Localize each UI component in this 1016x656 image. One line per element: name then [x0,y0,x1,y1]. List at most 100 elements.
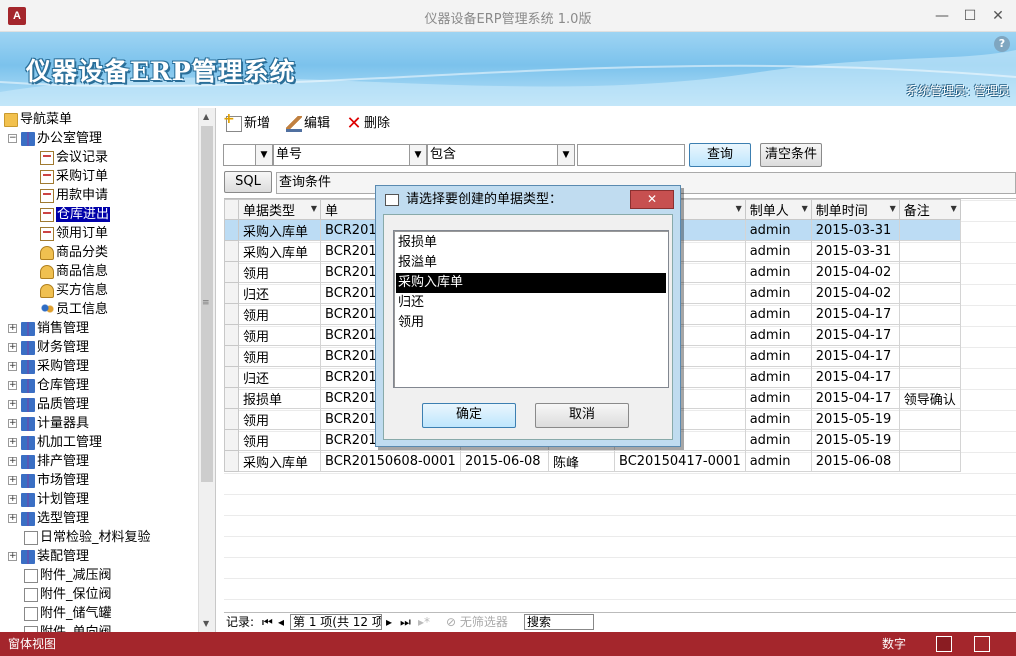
sql-button[interactable]: SQL [224,171,272,193]
form-view-icon[interactable] [936,636,952,652]
table-cell[interactable]: 2015-04-02 [810,282,900,304]
new-record-nav-icon[interactable]: ▸* [418,613,430,631]
nav-item[interactable]: 买方信息 [40,281,108,300]
nav-item[interactable]: 附件_减压阀 [24,566,112,585]
nav-item[interactable]: + 仓库管理 [8,376,89,395]
prev-record-icon[interactable]: ◂ [278,613,284,631]
nav-item[interactable]: 商品分类 [40,243,108,262]
edit-button[interactable]: 编辑 [286,114,330,134]
table-cell[interactable]: admin [744,282,812,304]
table-cell[interactable]: 归还 [238,282,321,304]
table-cell[interactable]: 采购入库单 [238,240,321,262]
table-cell[interactable]: 领用 [238,303,321,325]
document-type-listbox[interactable]: 报损单 报溢单 采购入库单 归还 领用 [393,230,669,388]
table-cell[interactable] [898,366,961,388]
expand-icon[interactable]: + [8,514,17,523]
table-cell[interactable]: 领用 [238,408,321,430]
table-cell[interactable]: admin [744,366,812,388]
table-cell[interactable]: 2015-04-02 [810,261,900,283]
expand-icon[interactable]: + [8,495,17,504]
list-item[interactable]: 领用 [396,313,666,333]
record-position-field[interactable]: 第 1 项(共 12 项 [290,614,382,630]
table-cell[interactable]: 领用 [238,429,321,451]
table-cell[interactable]: admin [744,261,812,283]
row-selector[interactable] [224,366,239,388]
col-header[interactable]: 备注 ▼ [898,199,961,220]
nav-scrollbar[interactable]: ▲ ≡ ▼ [198,108,215,632]
table-cell[interactable]: 2015-06-08 [460,450,549,472]
row-selector[interactable] [224,408,239,430]
nav-item[interactable]: 附件_单向阀 [24,623,112,632]
nav-item[interactable]: 采购订单 [40,167,108,186]
table-cell[interactable] [898,345,961,367]
dialog-close-button[interactable]: ✕ [630,190,674,209]
table-cell[interactable]: admin [744,240,812,262]
nav-item[interactable]: + 排产管理 [8,452,89,471]
nav-item[interactable]: 用款申请 [40,186,108,205]
nav-item[interactable]: 商品信息 [40,262,108,281]
table-cell[interactable]: 2015-05-19 [810,408,900,430]
nav-item[interactable]: 附件_保位阀 [24,585,112,604]
table-cell[interactable] [898,429,961,451]
table-cell[interactable]: admin [744,303,812,325]
first-record-icon[interactable]: ⏮ [262,613,273,631]
nav-item[interactable]: + 品质管理 [8,395,89,414]
table-cell[interactable]: 2015-05-19 [810,429,900,451]
no-filter-button[interactable]: ⊘ 无筛选器 [446,613,508,631]
table-cell[interactable]: 领用 [238,261,321,283]
nav-item[interactable]: + 机加工管理 [8,433,102,452]
sort-dropdown-icon[interactable]: ▼ [736,204,742,213]
expand-icon[interactable]: + [8,324,17,333]
field-prefix-combo[interactable]: ▼ [223,144,273,166]
table-cell[interactable]: admin [744,345,812,367]
ok-button[interactable]: 确定 [422,403,516,428]
table-cell[interactable]: admin [744,450,812,472]
nav-item[interactable]: + 财务管理 [8,338,89,357]
sort-dropdown-icon[interactable]: ▼ [951,204,957,213]
list-item[interactable]: 报损单 [396,233,666,253]
table-cell[interactable]: admin [744,324,812,346]
table-cell[interactable]: BC20150417-0001 [614,450,746,472]
nav-item[interactable]: 仓库进出 [40,205,111,224]
clear-conditions-button[interactable]: 清空条件 [760,143,822,167]
table-cell[interactable]: BCR20150608-0001 [320,450,461,472]
expand-icon[interactable]: + [8,362,17,371]
col-header[interactable]: 制单人 ▼ [744,199,812,220]
sort-dropdown-icon[interactable]: ▼ [802,204,808,213]
field-combo[interactable]: 单号 ▼ [273,144,427,166]
scroll-up-icon[interactable]: ▲ [203,112,209,121]
query-button[interactable]: 查询 [689,143,751,167]
table-cell[interactable]: 2015-04-17 [810,303,900,325]
table-cell[interactable]: 领用 [238,345,321,367]
chevron-down-icon[interactable]: ▼ [557,145,574,165]
table-cell[interactable] [898,282,961,304]
delete-button[interactable]: ✕ 删除 [346,114,390,134]
nav-item[interactable]: + 销售管理 [8,319,89,338]
nav-item[interactable]: 日常检验_材料复验 [24,528,151,547]
table-cell[interactable]: 2015-04-17 [810,324,900,346]
operator-combo[interactable]: 包含 ▼ [427,144,575,166]
nav-item[interactable]: 附件_储气罐 [24,604,112,623]
help-icon[interactable]: ? [994,36,1010,52]
table-cell[interactable]: 陈峰 [548,450,615,472]
col-header[interactable]: 制单时间 ▼ [810,199,900,220]
nav-item[interactable]: 会议记录 [40,148,108,167]
expand-icon[interactable]: + [8,419,17,428]
row-selector[interactable] [224,240,239,262]
col-header[interactable]: 单据类型 ▼ [238,199,321,220]
table-cell[interactable]: admin [744,219,812,241]
table-cell[interactable]: 2015-03-31 [810,219,900,241]
close-window-button[interactable]: ✕ [986,6,1010,26]
expand-icon[interactable]: + [8,457,17,466]
nav-item[interactable]: + 市场管理 [8,471,89,490]
table-cell[interactable]: admin [744,429,812,451]
expand-icon[interactable]: + [8,343,17,352]
sort-dropdown-icon[interactable]: ▼ [311,204,317,213]
expand-icon[interactable]: + [8,552,17,561]
nav-item[interactable]: + 装配管理 [8,547,89,566]
datasheet-view-icon[interactable] [974,636,990,652]
table-cell[interactable]: 采购入库单 [238,219,321,241]
row-selector-header[interactable] [224,199,239,220]
nav-root[interactable]: 导航菜单 [4,110,72,129]
scroll-down-icon[interactable]: ▼ [203,619,209,628]
